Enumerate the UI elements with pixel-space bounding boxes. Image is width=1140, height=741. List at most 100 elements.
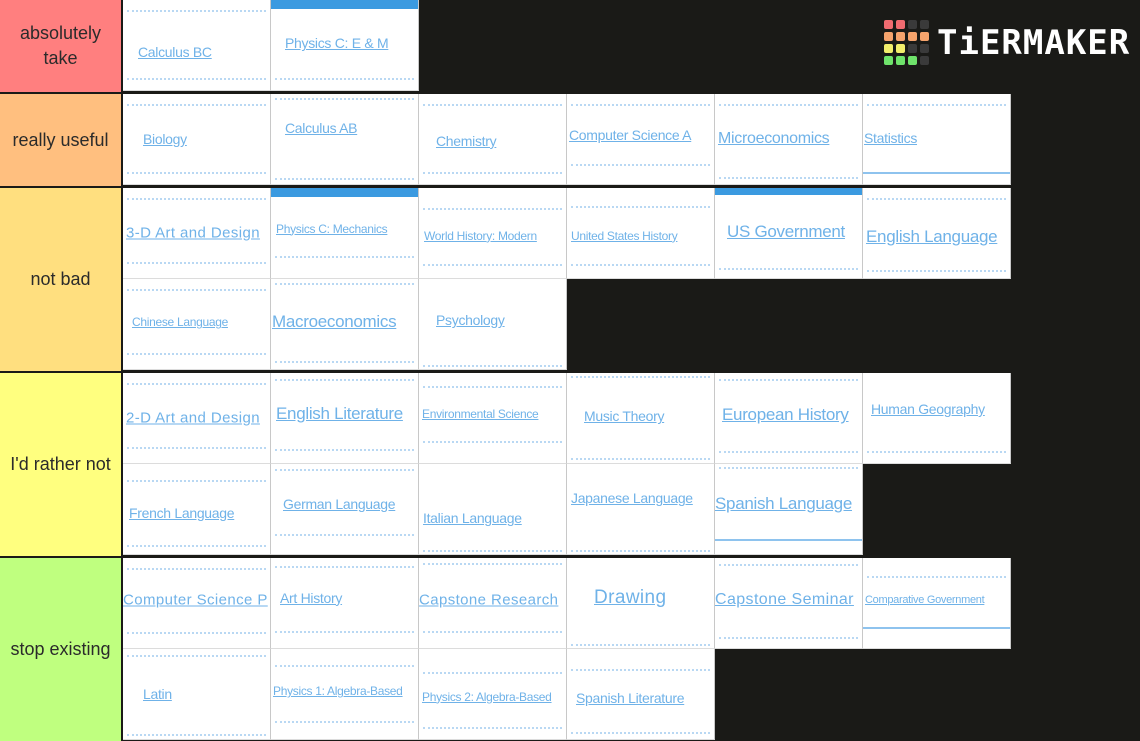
item-label: Statistics: [864, 130, 918, 147]
tier-item-card[interactable]: Comparative Government: [863, 558, 1011, 649]
tier-item-card[interactable]: 2-D Art and Design: [123, 373, 271, 464]
tiermaker-logo[interactable]: TiERMAKER: [884, 20, 1130, 65]
item-label: Physics 2: Algebra-Based: [422, 689, 552, 704]
tier-item-card[interactable]: German Language: [271, 464, 419, 555]
logo-square: [896, 32, 905, 41]
item-label: US Government: [727, 222, 845, 242]
tier-item-card[interactable]: Italian Language: [419, 464, 567, 555]
tier-item-card[interactable]: Environmental Science: [419, 373, 567, 464]
item-label: Calculus BC: [138, 44, 212, 61]
tier-item-card[interactable]: US Government: [715, 188, 863, 279]
item-label: Comparative Government: [865, 594, 985, 607]
logo-square: [908, 32, 917, 41]
logo-wordmark: TiERMAKER: [937, 22, 1131, 63]
item-label: English Language: [866, 226, 998, 246]
tier-item-card[interactable]: Statistics: [863, 94, 1011, 185]
tier-item-card[interactable]: Capstone Research: [419, 558, 567, 649]
tier-item-card[interactable]: Calculus BC: [123, 0, 271, 91]
item-label: Computer Science A: [569, 126, 692, 143]
tier-item-card[interactable]: Spanish Literature: [567, 649, 715, 740]
tier-item-card[interactable]: Physics 2: Algebra-Based: [419, 649, 567, 740]
tier-item-card[interactable]: English Literature: [271, 373, 419, 464]
tier-item-card[interactable]: Macroeconomics: [271, 279, 419, 370]
tier-item-card[interactable]: World History: Modern: [419, 188, 567, 279]
item-label: United States History: [571, 228, 678, 243]
tier-item-card[interactable]: Chinese Language: [123, 279, 271, 370]
tier-item-card[interactable]: 3-D Art and Design: [123, 188, 271, 279]
tier-item-card[interactable]: Physics 1: Algebra-Based: [271, 649, 419, 740]
item-label: Physics C: E & M: [285, 35, 389, 52]
logo-square: [884, 20, 893, 29]
item-label: Human Geography: [871, 401, 985, 417]
tier-item-card[interactable]: Microeconomics: [715, 94, 863, 185]
item-label: Calculus AB: [285, 120, 358, 137]
logo-square: [896, 56, 905, 65]
tier-item-card[interactable]: Calculus AB: [271, 94, 419, 185]
item-label: World History: Modern: [424, 228, 537, 243]
tier-item-card[interactable]: French Language: [123, 464, 271, 555]
logo-square: [908, 56, 917, 65]
tier-label[interactable]: absolutely take: [0, 0, 123, 92]
item-label: English Literature: [276, 403, 403, 423]
tier-item-card[interactable]: Psychology: [419, 279, 567, 370]
logo-square: [920, 32, 929, 41]
item-label: Macroeconomics: [272, 312, 397, 332]
logo-square: [920, 56, 929, 65]
tier-item-card[interactable]: Biology: [123, 94, 271, 185]
logo-square: [884, 32, 893, 41]
item-label: Microeconomics: [718, 130, 830, 147]
item-label: 3-D Art and Design: [126, 224, 260, 242]
tier-item-card[interactable]: Latin: [123, 649, 271, 740]
tier-item-card[interactable]: Human Geography: [863, 373, 1011, 464]
item-label: Capstone Research: [419, 591, 559, 609]
item-label: 2-D Art and Design: [126, 409, 260, 427]
item-label: European History: [722, 405, 849, 425]
tier-label[interactable]: really useful: [0, 94, 123, 186]
logo-square: [884, 56, 893, 65]
item-label: Chemistry: [436, 132, 497, 149]
tier-item-card[interactable]: Drawing: [567, 558, 715, 649]
tier-item-card[interactable]: United States History: [567, 188, 715, 279]
item-label: Computer Science P: [123, 591, 268, 609]
item-label: German Language: [283, 495, 396, 512]
tier-item-card[interactable]: English Language: [863, 188, 1011, 279]
tier-item-card[interactable]: Spanish Language: [715, 464, 863, 555]
item-label: Spanish Language: [715, 493, 852, 513]
tier-items: 2-D Art and Design English Literature En…: [123, 373, 1017, 556]
item-label: Physics C: Mechanics: [276, 221, 388, 236]
item-label: Music Theory: [584, 408, 665, 425]
tier-item-card[interactable]: Chemistry: [419, 94, 567, 185]
item-label: French Language: [129, 504, 235, 521]
item-label: Drawing: [594, 586, 667, 608]
tier-item-card[interactable]: Physics C: Mechanics: [271, 188, 419, 279]
tier-list: absolutely take Calculus BC Physics C: E…: [0, 0, 1140, 741]
logo-square: [896, 44, 905, 53]
item-label: Latin: [143, 686, 172, 702]
tier-item-card[interactable]: Computer Science A: [567, 94, 715, 185]
tier-label[interactable]: I'd rather not: [0, 373, 123, 556]
logo-square: [920, 20, 929, 29]
item-label: Physics 1: Algebra-Based: [273, 684, 403, 699]
tier-item-card[interactable]: Japanese Language: [567, 464, 715, 555]
tier-label[interactable]: not bad: [0, 188, 123, 371]
logo-square: [908, 20, 917, 29]
tier-items: Calculus BC Physics C: E & M: [123, 0, 1017, 92]
item-label: Italian Language: [423, 510, 522, 526]
logo-square: [908, 44, 917, 53]
item-label: Environmental Science: [422, 406, 539, 421]
tier-item-card[interactable]: Physics C: E & M: [271, 0, 419, 91]
logo-square: [896, 20, 905, 29]
tier-row-stop-existing: stop existing Computer Science P Art His…: [0, 558, 1140, 741]
item-label: Biology: [143, 131, 187, 147]
item-label: Spanish Literature: [576, 689, 685, 706]
tier-item-card[interactable]: Art History: [271, 558, 419, 649]
tier-item-card[interactable]: Music Theory: [567, 373, 715, 464]
tier-row-rather-not: I'd rather not 2-D Art and Design Englis…: [0, 373, 1140, 558]
tier-item-card[interactable]: European History: [715, 373, 863, 464]
tier-items: Computer Science P Art History Capstone …: [123, 558, 1017, 741]
tier-label[interactable]: stop existing: [0, 558, 123, 741]
tier-item-card[interactable]: Capstone Seminar: [715, 558, 863, 649]
logo-square: [920, 44, 929, 53]
item-label: Chinese Language: [132, 315, 228, 330]
tier-item-card[interactable]: Computer Science P: [123, 558, 271, 649]
